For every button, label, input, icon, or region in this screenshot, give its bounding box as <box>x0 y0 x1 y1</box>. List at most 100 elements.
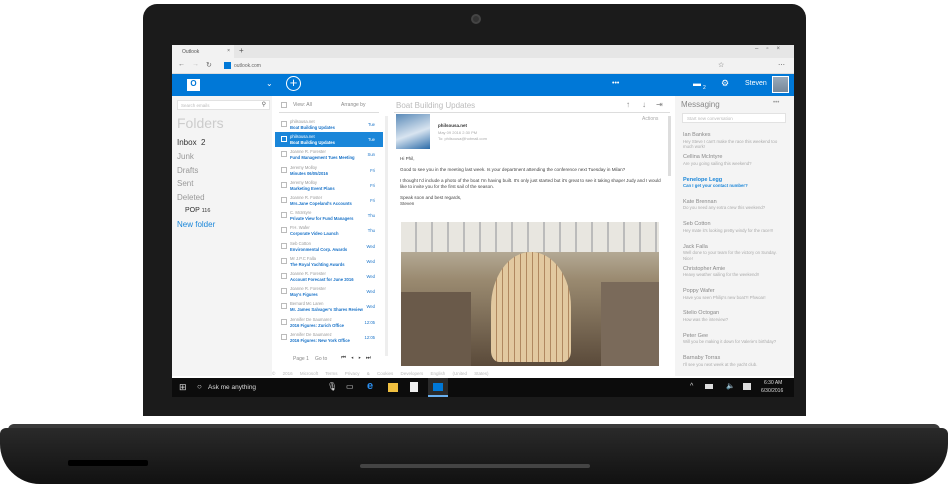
message-checkbox[interactable] <box>281 288 287 295</box>
view-filter[interactable]: View: All <box>293 102 312 108</box>
favorite-star-icon[interactable]: ☆ <box>718 61 724 69</box>
message-checkbox[interactable] <box>281 227 287 234</box>
message-list-item[interactable]: Joanne R. Forester Account Forecast for J… <box>275 269 383 284</box>
message-list-item[interactable]: philsousa.net Boat Building Updates Tue <box>275 117 383 132</box>
conversation-item[interactable]: Poppy Wafer Have you seen Philip's new bo… <box>683 289 783 300</box>
microphone-icon[interactable]: 🎙 <box>327 382 337 391</box>
conversation-item[interactable]: Cellina McIntyre Are you going sailing th… <box>683 155 783 166</box>
message-list-item[interactable]: Jeremy Molloy Marketing Event Plans Fri <box>275 178 383 193</box>
message-list-item[interactable]: Joanne R. Forester May's Figures Wed <box>275 284 383 299</box>
url-field[interactable]: outlook.com <box>234 63 261 69</box>
volume-icon[interactable]: 🔈 <box>726 382 735 390</box>
back-icon[interactable]: ← <box>178 61 185 68</box>
message-checkbox[interactable] <box>281 212 287 219</box>
message-checkbox[interactable] <box>281 136 287 143</box>
folder-pop[interactable]: POP 116 <box>185 207 210 214</box>
pagination-arrows[interactable]: ⏮◂▸⏭ <box>341 355 376 362</box>
forward-icon[interactable]: → <box>192 61 199 68</box>
message-checkbox[interactable] <box>281 257 287 264</box>
actions-menu[interactable]: Actions <box>642 116 658 122</box>
popout-icon[interactable]: ⇥ <box>656 100 663 109</box>
conversation-item[interactable]: Christopher Amie Heavy weather sailing fo… <box>683 266 783 278</box>
arrow-up-icon[interactable]: ↑ <box>626 100 630 109</box>
conversation-item[interactable]: Stelio Octogan How was the interview? <box>683 311 783 322</box>
folder-drafts[interactable]: Drafts <box>177 166 198 175</box>
refresh-icon[interactable]: ↻ <box>206 61 212 69</box>
webcam <box>471 14 481 24</box>
message-list-item[interactable]: Jeremy Molloy Minutes 06/05/2016 Fri <box>275 163 383 178</box>
conversation-item[interactable]: Kate Brennan Do you need any extra crew t… <box>683 199 783 211</box>
more-button[interactable]: ••• <box>612 80 619 87</box>
battery-icon[interactable] <box>705 384 713 389</box>
message-list-item[interactable]: Bernard Mc Laren Mr. James Salvager's Sha… <box>275 299 383 314</box>
compose-plus-icon[interactable]: + <box>286 76 301 91</box>
scrollbar[interactable] <box>385 116 388 356</box>
message-list-item[interactable]: Joanne R. Foster Mrs.Jane Copeland's Acco… <box>275 193 383 208</box>
folder-junk[interactable]: Junk <box>177 152 194 161</box>
message-list-item[interactable]: Joanne R. Forester Fund Management Tues M… <box>275 147 383 162</box>
more-icon[interactable]: ⋯ <box>778 61 785 69</box>
message-checkbox[interactable] <box>281 273 287 279</box>
conversation-item[interactable]: Seb Cotton Hey mate it's looking pretty w… <box>683 222 783 233</box>
more-button[interactable]: ••• <box>773 100 779 106</box>
message-list-item[interactable]: P.H. Wafer Corporate Video Launch Thu <box>275 223 383 238</box>
cortana-icon[interactable]: ○ <box>197 382 202 391</box>
arrow-down-icon[interactable]: ↓ <box>642 100 646 109</box>
message-sender: C. McIntyre <box>290 210 312 216</box>
folder-deleted[interactable]: Deleted <box>177 193 205 202</box>
windows-start-icon[interactable]: ⊞ <box>179 382 187 393</box>
folder-count: 116 <box>201 208 211 214</box>
message-preview: Do you need any extra crew this weekend? <box>683 205 766 211</box>
message-checkbox[interactable] <box>281 197 287 203</box>
task-view-icon[interactable]: ▭ <box>346 382 354 391</box>
chevron-up-icon[interactable]: ^ <box>690 383 693 390</box>
conversation-item[interactable]: Barnaby Torras I'll see you next week at … <box>683 355 783 367</box>
message-checkbox[interactable] <box>281 242 287 249</box>
message-list-item[interactable]: philsousa.net Boat Building Updates Tue <box>275 132 383 148</box>
chevron-down-icon[interactable]: ⌄ <box>266 79 273 88</box>
window-controls[interactable]: –▫× <box>755 46 788 52</box>
clock-time[interactable]: 6:30 AM <box>764 380 782 386</box>
outlook-logo-icon[interactable]: O <box>187 79 200 91</box>
message-checkbox[interactable] <box>281 303 287 310</box>
message-checkbox[interactable] <box>281 151 287 158</box>
search-icon[interactable]: ⚲ <box>262 101 266 108</box>
browser-tab[interactable]: Outlook × <box>172 45 234 58</box>
action-center-icon[interactable] <box>743 383 751 390</box>
message-list-item[interactable]: Jennifer De Saumarez 2016 Figures: New Yo… <box>275 330 383 345</box>
search-box[interactable]: Ask me anything <box>208 384 256 391</box>
edge-icon[interactable]: e <box>367 380 373 392</box>
select-all-checkbox[interactable] <box>281 102 287 108</box>
new-folder-link[interactable]: New folder <box>177 220 215 229</box>
message-list-item[interactable]: Jennifer De Saumarez 2016 Figures: Zurich… <box>275 315 383 330</box>
conversation-item[interactable]: Penelope Legg Can I get your contact numb… <box>683 177 783 189</box>
new-conversation-input[interactable]: Start new conversation <box>682 113 786 123</box>
store-icon[interactable] <box>410 382 418 392</box>
message-checkbox[interactable] <box>281 318 287 325</box>
folder-inbox[interactable]: Inbox 2 <box>177 138 205 147</box>
avatar[interactable] <box>772 76 789 93</box>
message-checkbox[interactable] <box>281 166 287 173</box>
message-checkbox[interactable] <box>281 181 287 188</box>
chat-icon[interactable]: ▬ <box>693 79 701 88</box>
close-tab-icon[interactable]: × <box>227 48 230 54</box>
message-list-item[interactable]: Seb Cotton Environmental Corp. Awards Wed <box>275 239 383 254</box>
gear-icon[interactable]: ⚙ <box>721 78 729 89</box>
message-list-item[interactable]: Mr J.P.C Falla The Royal Yachting Awards W… <box>275 254 383 269</box>
clock-date[interactable]: 6/30/2016 <box>761 388 783 394</box>
message-checkbox[interactable] <box>281 121 287 127</box>
search-input[interactable]: Search emails ⚲ <box>177 100 270 110</box>
folder-sent[interactable]: Sent <box>177 179 193 188</box>
conversation-item[interactable]: Peter Gee Will you be making it down for … <box>683 333 783 345</box>
conversation-item[interactable]: Jack Falla Well done to your team for the… <box>683 244 783 262</box>
outlook-taskbar-icon[interactable] <box>428 378 448 397</box>
message-checkbox[interactable] <box>281 333 287 340</box>
goto-page[interactable]: Go to <box>315 356 327 362</box>
user-name[interactable]: Steven <box>745 80 767 87</box>
file-explorer-icon[interactable] <box>388 383 398 392</box>
new-tab-icon[interactable]: + <box>239 46 244 55</box>
arrange-by[interactable]: Arrange by <box>341 102 365 108</box>
conversation-item[interactable]: Ian Bankes Hey Steve I can't make the rac… <box>683 132 783 150</box>
message-list-item[interactable]: C. McIntyre Private View for Fund Manager… <box>275 208 383 223</box>
scrollbar[interactable] <box>668 116 671 176</box>
